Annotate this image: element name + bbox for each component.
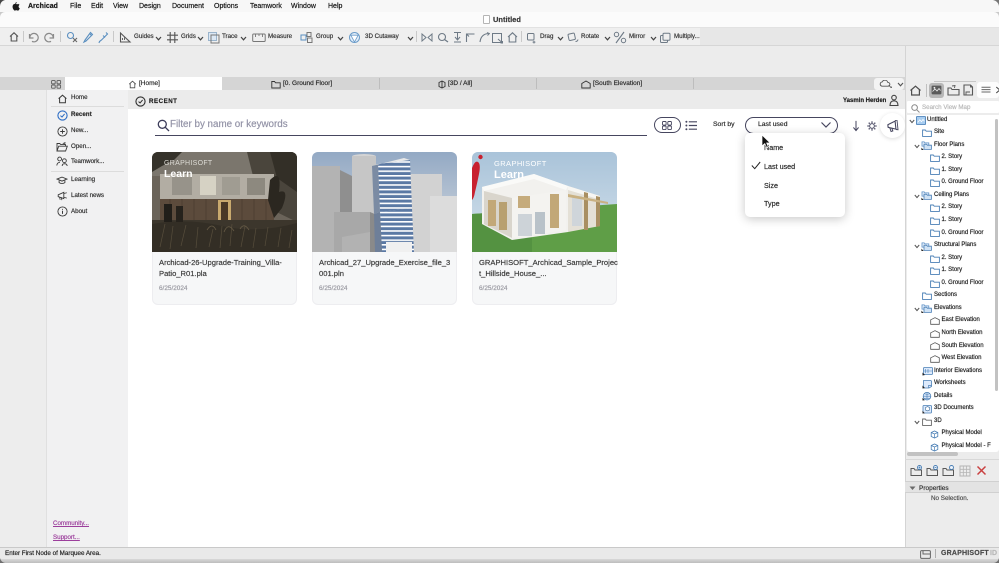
svg-text:Learn: Learn bbox=[494, 169, 524, 181]
svg-text:Learn: Learn bbox=[164, 168, 193, 180]
svg-text:GRAPHISOFT: GRAPHISOFT bbox=[494, 159, 547, 168]
svg-text:GRAPHISOFT: GRAPHISOFT bbox=[164, 160, 213, 167]
